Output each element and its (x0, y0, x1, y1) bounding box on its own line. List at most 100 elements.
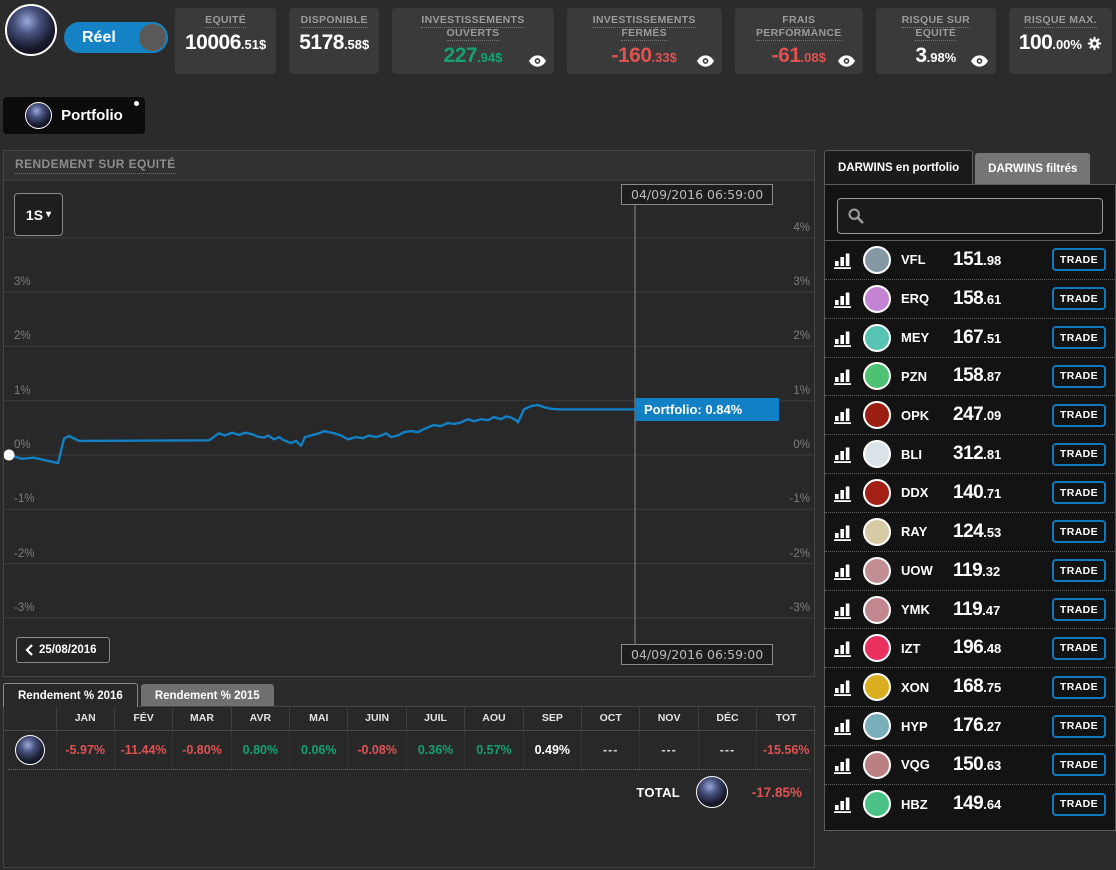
bar-chart-icon[interactable] (834, 795, 854, 813)
darwin-avatar[interactable] (863, 285, 891, 313)
range-selector-button[interactable]: 1S ▾ (14, 193, 63, 236)
trade-button[interactable]: TRADE (1052, 793, 1106, 816)
search-input[interactable] (872, 199, 1096, 233)
trade-button[interactable]: TRADE (1052, 248, 1106, 271)
darwin-code: ERQ (901, 291, 953, 306)
bar-chart-icon[interactable] (834, 406, 854, 424)
eye-icon[interactable] (697, 55, 714, 67)
prev-period-button[interactable]: 25/08/2016 (16, 637, 110, 663)
bar-chart-icon[interactable] (834, 445, 854, 463)
y-tick-label: -2% (14, 548, 34, 560)
month-header-avr: AVR (231, 707, 289, 730)
trade-button[interactable]: TRADE (1052, 443, 1106, 466)
eye-icon[interactable] (838, 55, 855, 67)
darwins-tab-active[interactable]: DARWINS en portfolio (824, 150, 973, 184)
bar-chart-icon[interactable] (834, 290, 854, 308)
eye-icon[interactable] (971, 55, 988, 67)
darwin-avatar[interactable] (863, 557, 891, 585)
darwin-avatar[interactable] (863, 518, 891, 546)
darwin-avatar[interactable] (863, 712, 891, 740)
panel-title: RENDEMENT SUR EQUITÉ (15, 157, 176, 174)
month-value-cell: -11.44% (114, 730, 172, 769)
darwin-avatar[interactable] (863, 440, 891, 468)
trade-button[interactable]: TRADE (1052, 326, 1106, 349)
trade-button[interactable]: TRADE (1052, 715, 1106, 738)
trade-button[interactable]: TRADE (1052, 559, 1106, 582)
bar-chart-icon[interactable] (834, 562, 854, 580)
stat-box-equit-: EQUITÉ 10006.51$ (175, 8, 276, 74)
trade-button[interactable]: TRADE (1052, 676, 1106, 699)
bar-chart-icon[interactable] (834, 367, 854, 385)
empty-header-cell (4, 707, 56, 730)
monthly-tabs: Rendement % 2016Rendement % 2015 (3, 683, 274, 707)
trade-button[interactable]: TRADE (1052, 753, 1106, 776)
trade-button[interactable]: TRADE (1052, 520, 1106, 543)
y-tick-label: 3% (774, 276, 810, 288)
darwin-quote: 119.32 (953, 560, 1041, 582)
darwins-tab-inactive[interactable]: DARWINS filtrés (975, 153, 1090, 184)
darwin-quote: 196.48 (953, 637, 1041, 659)
bar-chart-icon[interactable] (834, 639, 854, 657)
stat-label: FRAIS PERFORMANCE (745, 14, 853, 40)
darwin-avatar[interactable] (863, 324, 891, 352)
monthly-tab-inactive[interactable]: Rendement % 2015 (141, 684, 274, 707)
bar-chart-icon[interactable] (834, 678, 854, 696)
real-demo-toggle[interactable]: Réel (64, 22, 168, 53)
chart-area[interactable]: 3%2%1%0%-1%-2%-3%4%3%2%1%0%-1%-2%-3% 1S … (4, 181, 814, 676)
trade-button[interactable]: TRADE (1052, 287, 1106, 310)
darwin-quote: 168.75 (953, 676, 1041, 698)
bar-chart-icon[interactable] (834, 484, 854, 502)
monthly-returns-table: JANFÉVMARAVRMAIJUINJUILAOUSEPOCTNOVDÉCTO… (4, 707, 815, 769)
darwins-tabs: DARWINS en portfolioDARWINS filtrés (824, 150, 1090, 184)
darwin-avatar[interactable] (863, 673, 891, 701)
darwin-avatar[interactable] (863, 479, 891, 507)
month-header-mar: MAR (173, 707, 231, 730)
month-header-mai: MAI (290, 707, 348, 730)
toggle-knob[interactable] (139, 24, 166, 51)
tab-portfolio[interactable]: Portfolio (3, 97, 145, 134)
month-header-sep: SEP (523, 707, 581, 730)
stat-label: RISQUE MAX. (1019, 14, 1102, 27)
month-value-cell: 0.80% (231, 730, 289, 769)
trade-button[interactable]: TRADE (1052, 598, 1106, 621)
darwin-row-mey: MEY 167.51 TRADE (825, 319, 1115, 358)
darwin-avatar[interactable] (863, 790, 891, 818)
total-row: TOTAL -17.85% (4, 770, 814, 814)
darwin-code: DDX (901, 485, 953, 500)
avatar[interactable] (5, 4, 57, 56)
darwin-avatar[interactable] (863, 634, 891, 662)
darwin-code: RAY (901, 524, 953, 539)
trade-button[interactable]: TRADE (1052, 481, 1106, 504)
trade-button[interactable]: TRADE (1052, 365, 1106, 388)
month-header-nov: NOV (640, 707, 698, 730)
darwin-quote: 151.98 (953, 249, 1041, 271)
darwin-row-opk: OPK 247.09 TRADE (825, 396, 1115, 435)
bar-chart-icon[interactable] (834, 756, 854, 774)
bar-chart-icon[interactable] (834, 251, 854, 269)
month-header-jan: JAN (56, 707, 114, 730)
app-root: Réel EQUITÉ 10006.51$ DISPONIBLE 5178.58… (0, 0, 1116, 870)
darwin-avatar[interactable] (863, 362, 891, 390)
darwin-avatar[interactable] (863, 751, 891, 779)
bar-chart-icon[interactable] (834, 717, 854, 735)
trade-button[interactable]: TRADE (1052, 404, 1106, 427)
stat-label: INVESTISSEMENTS OUVERTS (402, 14, 543, 40)
crosshair-datetime-top: 04/09/2016 06:59:00 (621, 184, 773, 205)
darwin-code: VFL (901, 252, 953, 267)
darwin-avatar[interactable] (863, 246, 891, 274)
bar-chart-icon[interactable] (834, 601, 854, 619)
bar-chart-icon[interactable] (834, 329, 854, 347)
eye-icon[interactable] (529, 55, 546, 67)
month-value-cell: --- (698, 730, 756, 769)
darwins-list: VFL 151.98 TRADE ERQ 158.61 TRADE MEY 16… (825, 240, 1115, 824)
monthly-tab-active[interactable]: Rendement % 2016 (3, 683, 138, 707)
crosshair-datetime-bottom: 04/09/2016 06:59:00 (621, 644, 773, 665)
darwin-avatar[interactable] (863, 401, 891, 429)
trade-button[interactable]: TRADE (1052, 637, 1106, 660)
stat-value: 100.00% (1019, 31, 1102, 55)
darwin-avatar[interactable] (863, 596, 891, 624)
darwin-row-uow: UOW 119.32 TRADE (825, 552, 1115, 591)
bar-chart-icon[interactable] (834, 523, 854, 541)
darwin-row-erq: ERQ 158.61 TRADE (825, 280, 1115, 319)
gear-icon[interactable] (1087, 36, 1102, 51)
